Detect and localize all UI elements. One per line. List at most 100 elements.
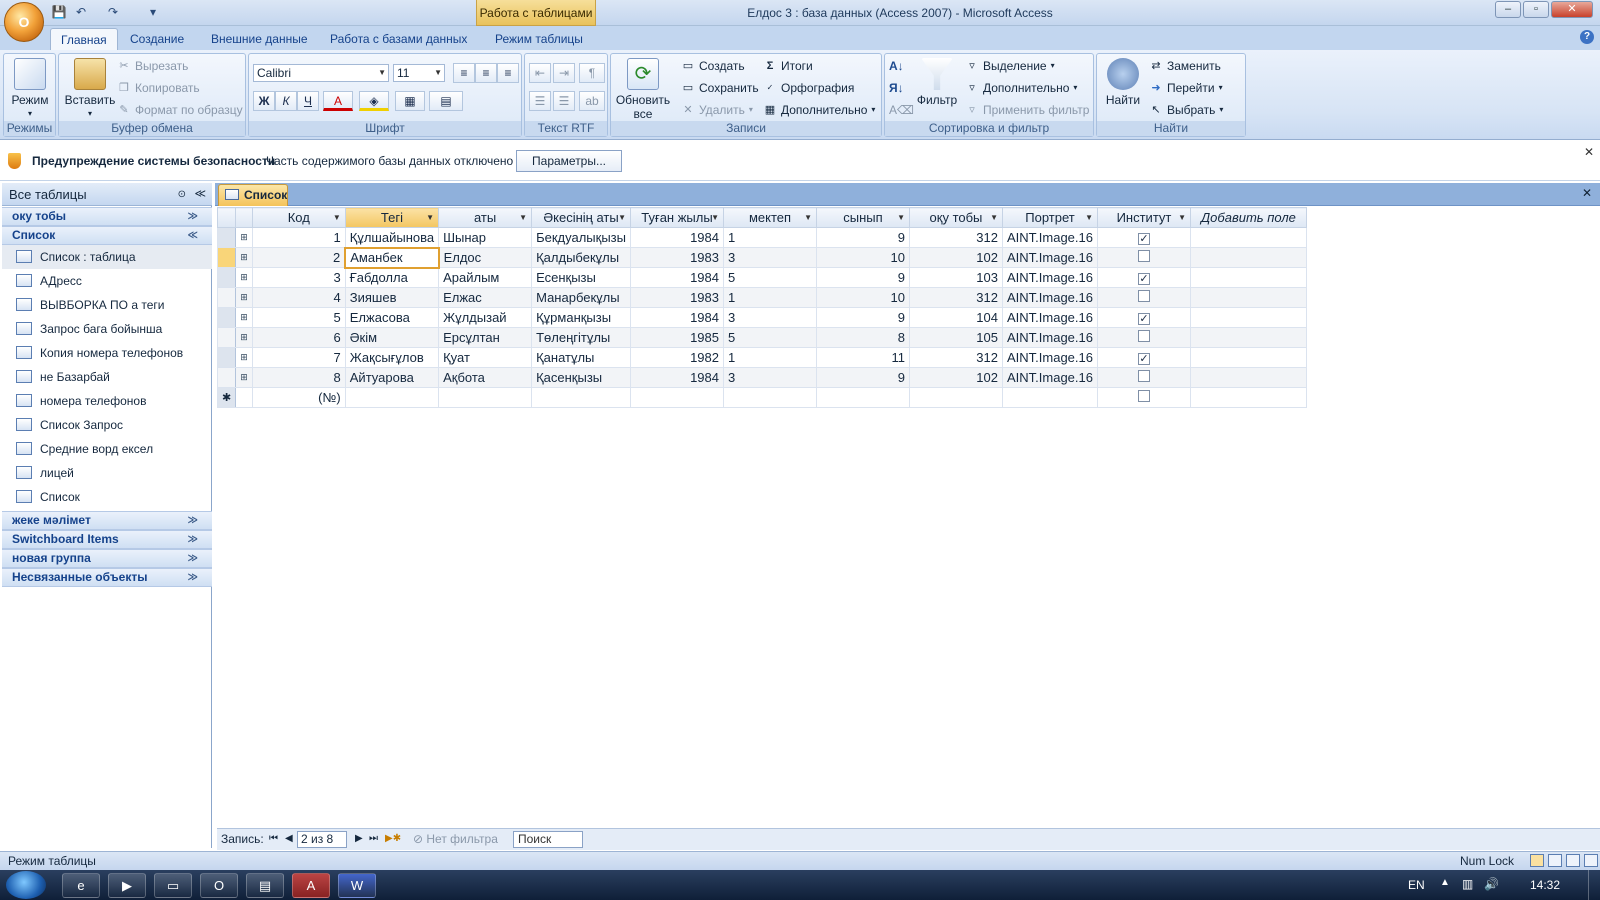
cell-aty[interactable]: Жұлдызай (438, 307, 533, 328)
format-painter-button[interactable]: ✎ Формат по образцу (117, 100, 242, 120)
cell-mektep[interactable]: 5 (722, 267, 817, 288)
close-document-icon[interactable]: ✕ (1582, 186, 1592, 200)
column-header[interactable]: мектеп ▼ (722, 207, 817, 228)
chevron-down-icon[interactable]: ▼ (426, 213, 434, 222)
datasheet-view-icon[interactable] (1530, 854, 1544, 867)
institute-checkbox[interactable] (1137, 290, 1150, 302)
cell-new[interactable] (438, 387, 533, 408)
row-selector[interactable] (216, 227, 237, 248)
expand-icon[interactable]: ⊞ (235, 307, 253, 328)
cell-portret[interactable]: AINT.Image.16 (1001, 287, 1098, 308)
design-view-icon[interactable] (1584, 854, 1598, 867)
record-position-input[interactable]: 2 из 8 (297, 831, 347, 848)
cell-new[interactable] (1001, 387, 1098, 408)
cell-portret[interactable]: AINT.Image.16 (1001, 327, 1098, 348)
cell-portret[interactable]: AINT.Image.16 (1001, 367, 1098, 388)
chevron-down-icon[interactable]: ▼ (804, 213, 812, 222)
nav-item[interactable]: Список Запрос (2, 413, 212, 437)
cell-tegi[interactable]: Зияшев (344, 287, 440, 308)
cell-mektep[interactable]: 1 (722, 287, 817, 308)
fill-color-button[interactable]: ◈ (359, 91, 389, 111)
nav-item[interactable]: ВЫВБОРКА ПО а теги (2, 293, 212, 317)
opera-icon[interactable]: O (200, 873, 238, 898)
cell-year[interactable]: 1984 (629, 267, 724, 288)
cell-aty[interactable]: Қуат (438, 347, 533, 368)
table-row[interactable]: ⊞ 6 Әкім Ерсұлтан Төлеңгітұлы 1985 5 8 105 AINT.I… (216, 327, 1307, 348)
expand-icon[interactable]: ⊞ (235, 287, 253, 308)
last-record-button[interactable]: ⏭ (369, 829, 378, 849)
cell-inst[interactable]: ✓ (1096, 307, 1191, 328)
cell-oku[interactable]: 104 (908, 307, 1003, 328)
maximize-button[interactable]: ▫ (1523, 1, 1549, 18)
nav-item[interactable]: АДресс (2, 269, 212, 293)
cell-new[interactable] (908, 387, 1003, 408)
font-family-select[interactable]: Calibri ▼ (253, 64, 389, 82)
cell-akesi[interactable]: Манарбекұлы (531, 287, 631, 308)
new-record-nav-button[interactable]: ▶✱ (385, 829, 401, 849)
cell-year[interactable]: 1983 (629, 247, 724, 268)
bulleted-list-button[interactable]: ☰ (553, 91, 575, 111)
cell-mektep[interactable]: 1 (722, 227, 817, 248)
refresh-all-button[interactable]: ⟳ Обновить все (613, 58, 673, 121)
chevron-down-icon[interactable]: ▼ (711, 213, 719, 222)
cell-year[interactable]: 1985 (629, 327, 724, 348)
explorer-icon[interactable]: ▭ (154, 873, 192, 898)
row-selector[interactable] (216, 287, 237, 308)
winrar-icon[interactable]: ▤ (246, 873, 284, 898)
cell-oku[interactable]: 105 (908, 327, 1003, 348)
font-size-select[interactable]: 11 ▼ (393, 64, 445, 82)
cell-tegi[interactable]: Аманбек (344, 246, 440, 269)
cell-inst[interactable] (1096, 247, 1191, 268)
cell-portret[interactable]: AINT.Image.16 (1001, 267, 1098, 288)
chevron-down-icon[interactable]: ▼ (990, 213, 998, 222)
nav-menu-icon[interactable]: ⊙ (178, 183, 186, 206)
nav-item[interactable]: Средние ворд ексел (2, 437, 212, 461)
expand-icon[interactable]: ⊞ (235, 227, 253, 248)
nav-item[interactable]: не Базарбай (2, 365, 212, 389)
cell-kod[interactable]: 6 (251, 327, 346, 348)
cell-kod[interactable]: 5 (251, 307, 346, 328)
expand-icon[interactable]: ⊞ (235, 267, 253, 288)
clock[interactable]: 14:32 (1530, 878, 1560, 892)
cell-inst[interactable] (1096, 327, 1191, 348)
italic-button[interactable]: К (275, 91, 297, 111)
delete-record-button[interactable]: ✕ Удалить ▾ (681, 100, 752, 120)
nav-item[interactable]: номера телефонов (2, 389, 212, 413)
save-record-button[interactable]: ▭ Сохранить (681, 78, 759, 98)
align-left-button[interactable]: ≡ (453, 63, 475, 83)
cell-mektep[interactable]: 5 (722, 327, 817, 348)
selection-filter-button[interactable]: ▿ Выделение ▾ (965, 56, 1054, 76)
cell-tegi[interactable]: Ғабдолла (344, 267, 440, 288)
expand-icon[interactable]: ⊞ (235, 327, 253, 348)
institute-checkbox[interactable]: ✓ (1137, 313, 1150, 325)
sort-ascending-icon[interactable]: A↓ (889, 56, 904, 76)
close-security-icon[interactable]: ✕ (1584, 145, 1594, 159)
column-header[interactable]: Әкесінің аты ▼ (531, 207, 631, 228)
chevron-down-icon[interactable]: ▼ (897, 213, 905, 222)
cell-mektep[interactable]: 3 (722, 307, 817, 328)
cell-aty[interactable]: Елдос (438, 247, 533, 268)
expand-icon[interactable]: ⊞ (235, 247, 253, 268)
nav-group-bottom3[interactable]: Несвязанные объекты ≫ (2, 568, 212, 587)
nav-collapse-icon[interactable]: ≪ (194, 183, 206, 206)
column-header[interactable]: Туған жылы ▼ (629, 207, 724, 228)
column-header[interactable]: Портрет ▼ (1001, 207, 1098, 228)
nav-item[interactable]: Запрос бага бойынша (2, 317, 212, 341)
cell-year[interactable]: 1984 (629, 227, 724, 248)
cell-akesi[interactable]: Төлеңгітұлы (531, 327, 631, 348)
clear-sort-icon[interactable]: A⌫ (889, 100, 914, 120)
cell-oku[interactable]: 103 (908, 267, 1003, 288)
institute-checkbox[interactable]: ✓ (1137, 353, 1150, 365)
pivot-table-view-icon[interactable] (1548, 854, 1562, 867)
table-row[interactable]: ⊞ 3 Ғабдолла Арайлым Есенқызы 1984 5 9 103 AINT.I… (216, 267, 1307, 288)
cell-synyp[interactable]: 9 (815, 267, 910, 288)
cell-inst[interactable]: ✓ (1096, 227, 1191, 248)
cell-inst[interactable]: ✓ (1096, 347, 1191, 368)
help-icon[interactable]: ? (1580, 30, 1594, 44)
cell-new[interactable] (344, 387, 440, 408)
volume-icon[interactable]: 🔊 (1484, 877, 1499, 891)
paragraph-direction-button[interactable]: ¶ (579, 63, 605, 83)
cell-synyp[interactable]: 10 (815, 247, 910, 268)
chevron-down-icon[interactable]: ▼ (1178, 213, 1186, 222)
cell-inst[interactable]: ✓ (1096, 267, 1191, 288)
